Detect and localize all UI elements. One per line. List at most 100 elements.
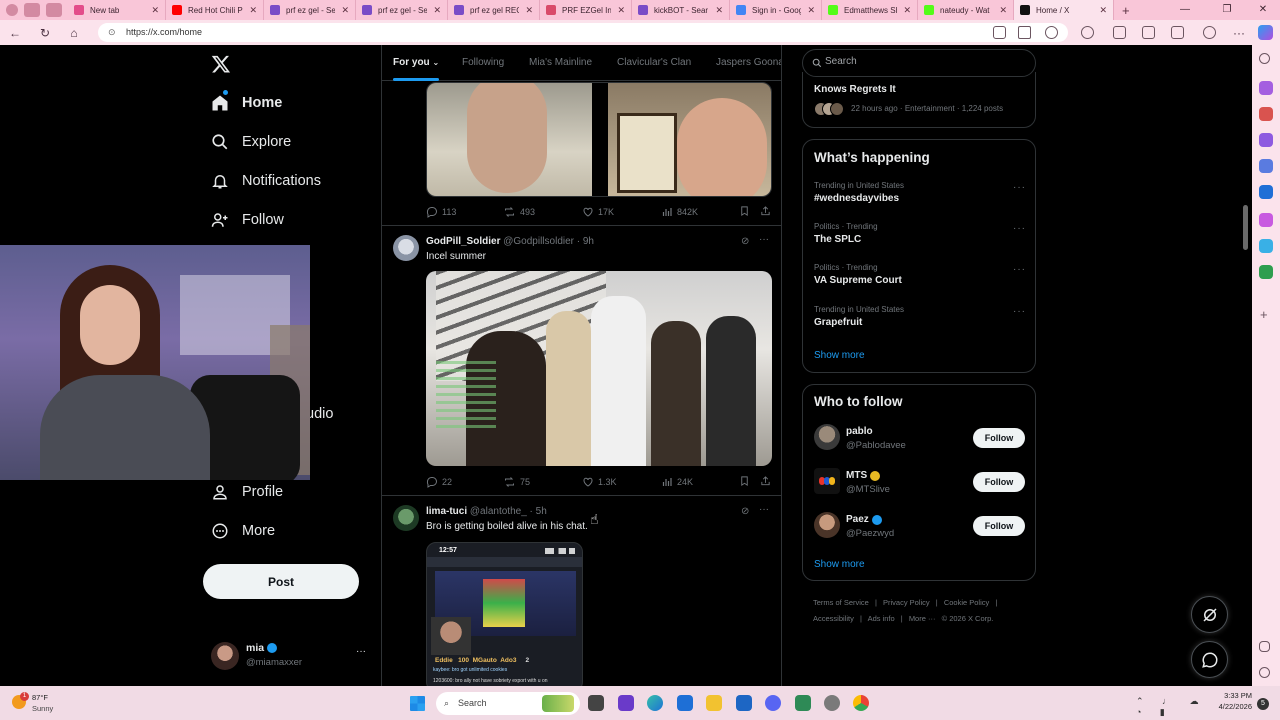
browser-tab[interactable]: New tab ✕: [68, 0, 166, 20]
split-screen-icon[interactable]: [1113, 26, 1126, 39]
tweet-more-icon[interactable]: ···: [759, 234, 769, 245]
browser-tab[interactable]: nateudy - Wat ✕: [918, 0, 1014, 20]
tab-jaspers[interactable]: Jaspers Goona: [716, 57, 781, 68]
nav-notifications[interactable]: Notifications: [210, 167, 321, 195]
refresh-icon[interactable]: ↻: [36, 24, 54, 42]
outlook-icon[interactable]: [1259, 185, 1273, 199]
follow-button[interactable]: Follow: [973, 472, 1025, 492]
close-tab-icon[interactable]: ✕: [249, 5, 257, 16]
notification-badge[interactable]: 5: [1257, 698, 1269, 710]
tab-for-you[interactable]: For you ⌄: [393, 57, 439, 68]
nav-profile[interactable]: Profile: [210, 478, 283, 506]
search-input[interactable]: [825, 56, 1025, 67]
favorites-icon[interactable]: [1142, 26, 1155, 39]
reply-action[interactable]: 22: [426, 476, 452, 488]
settings-icon[interactable]: [824, 695, 840, 711]
trend-more-icon[interactable]: ···: [1013, 306, 1026, 317]
account-switcher[interactable]: mia @miamaxxer ···: [210, 640, 370, 674]
browser-tab[interactable]: prf ez gel - Sea ✕: [264, 0, 356, 20]
nav-studio[interactable]: udio: [306, 400, 333, 428]
nav-more[interactable]: More: [210, 517, 275, 545]
share-action[interactable]: [760, 475, 775, 487]
follow-button[interactable]: Follow: [973, 428, 1025, 448]
url-input[interactable]: ⊙ https://x.com/home: [98, 23, 1068, 42]
show-more-link[interactable]: Show more: [814, 559, 865, 570]
add-sidebar-icon[interactable]: +: [1260, 307, 1268, 322]
repost-action[interactable]: 493: [503, 206, 535, 218]
profile-icon[interactable]: [6, 4, 18, 16]
browser-essentials-icon[interactable]: [1203, 26, 1216, 39]
settings-more-icon[interactable]: ···: [1230, 24, 1248, 42]
copilot-taskbar-icon[interactable]: [618, 695, 634, 711]
tools-icon[interactable]: [1259, 133, 1273, 147]
browser-tab[interactable]: prf ez gel - Sea ✕: [356, 0, 448, 20]
trend-more-icon[interactable]: ···: [1013, 182, 1026, 193]
footer-more-link[interactable]: More ···: [909, 614, 936, 623]
maximize-button[interactable]: ❐: [1210, 0, 1244, 20]
tree-icon[interactable]: [1259, 265, 1273, 279]
close-window-button[interactable]: ✕: [1246, 0, 1280, 20]
tweet-author[interactable]: GodPill_Soldier @Godpillsoldier · 9h: [426, 236, 594, 247]
footer-accessibility-link[interactable]: Accessibility: [813, 614, 854, 623]
reply-action[interactable]: 113: [426, 206, 456, 218]
show-more-link[interactable]: Show more: [814, 350, 865, 361]
grok-fab-button[interactable]: [1191, 596, 1228, 633]
close-tab-icon[interactable]: ✕: [151, 5, 159, 16]
views-action[interactable]: 842K: [661, 206, 698, 218]
footer-privacy-link[interactable]: Privacy Policy: [883, 598, 930, 607]
browser-tab[interactable]: PRF EZGel Injec ✕: [540, 0, 632, 20]
clock[interactable]: 3:33 PM 4/22/2026: [1210, 691, 1252, 711]
shopping-icon[interactable]: [1259, 107, 1273, 121]
trend-item[interactable]: Trending in United States #wednesdayvibe…: [803, 178, 1037, 214]
nav-home[interactable]: Home: [210, 89, 282, 117]
tab-following[interactable]: Following: [462, 57, 504, 68]
follow-button[interactable]: Follow: [973, 516, 1025, 536]
nav-explore[interactable]: Explore: [210, 128, 291, 156]
scrollbar-thumb[interactable]: [1243, 205, 1248, 250]
follow-suggestion[interactable]: MTS @MTSlive Follow: [803, 467, 1037, 501]
sidebar-layout-icon[interactable]: [1259, 641, 1270, 652]
views-action[interactable]: 24K: [661, 476, 693, 488]
like-action[interactable]: 1.3K: [582, 476, 617, 488]
extensions-icon[interactable]: [993, 26, 1006, 39]
close-tab-icon[interactable]: ✕: [617, 5, 625, 16]
avatar[interactable]: [393, 505, 419, 531]
post-button[interactable]: Post: [203, 564, 359, 599]
browser-tab[interactable]: Home / X ✕: [1014, 0, 1114, 20]
home-icon[interactable]: ⌂: [65, 24, 83, 42]
designer-icon[interactable]: [1259, 213, 1273, 227]
chrome-icon[interactable]: [853, 695, 869, 711]
app-icon[interactable]: [795, 695, 811, 711]
new-tab-button[interactable]: +: [1122, 3, 1130, 18]
close-tab-icon[interactable]: ✕: [715, 5, 723, 16]
tab-actions-icon[interactable]: [46, 3, 62, 17]
bookmark-action[interactable]: [739, 475, 754, 487]
avatar[interactable]: [393, 235, 419, 261]
browser-tab[interactable]: Edmatthews Sh ✕: [822, 0, 918, 20]
bookmark-action[interactable]: [739, 205, 754, 217]
weather-widget[interactable]: 1 87°F Sunny: [10, 692, 80, 716]
store-icon[interactable]: [677, 695, 693, 711]
follow-suggestion[interactable]: Paez @Paezwyd Follow: [803, 511, 1037, 545]
follow-suggestion[interactable]: pablo @Pablodavee Follow: [803, 423, 1037, 457]
footer-terms-link[interactable]: Terms of Service: [813, 598, 869, 607]
taskbar-search-box[interactable]: ⌕ Search: [436, 692, 580, 715]
refresh-extension-icon[interactable]: [1081, 26, 1094, 39]
close-tab-icon[interactable]: ✕: [999, 5, 1007, 16]
trend-item[interactable]: Politics · Trending The SPLC ···: [803, 219, 1037, 255]
tweet-phone-screenshot[interactable]: 12:57 Eddie 100 MGauto Ado3 2 kaybee: br…: [426, 542, 583, 686]
copilot-icon[interactable]: [1258, 25, 1273, 40]
tab-mias-mainline[interactable]: Mia's Mainline: [529, 57, 592, 68]
footer-ads-link[interactable]: Ads info: [868, 614, 895, 623]
nav-follow[interactable]: Follow: [210, 206, 284, 234]
messages-fab-button[interactable]: [1191, 641, 1228, 678]
close-tab-icon[interactable]: ✕: [433, 5, 441, 16]
browser-tab[interactable]: Sign in - Goog ✕: [730, 0, 822, 20]
sidebar-settings-icon[interactable]: [1259, 667, 1270, 678]
close-tab-icon[interactable]: ✕: [341, 5, 349, 16]
share-action[interactable]: [760, 205, 775, 217]
top-trend-panel[interactable]: Knows Regrets It 22 hours ago · Entertai…: [802, 72, 1036, 128]
grok-icon[interactable]: ⊘: [741, 506, 749, 517]
task-view-icon[interactable]: [588, 695, 604, 711]
account-more-icon[interactable]: ···: [356, 646, 366, 657]
